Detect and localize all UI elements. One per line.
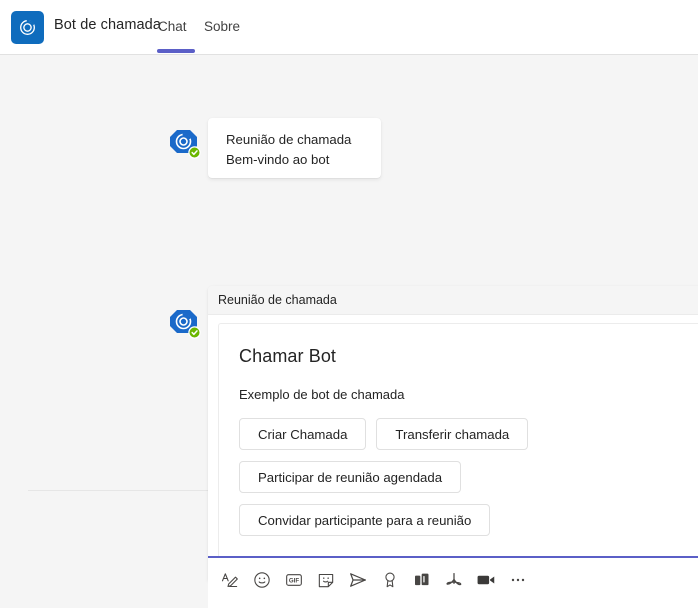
tab-chat[interactable]: Chat (158, 19, 187, 34)
format-icon[interactable] (214, 564, 246, 596)
apps-icon[interactable] (406, 564, 438, 596)
send-arrow-icon[interactable] (342, 564, 374, 596)
card-inner-container: Chamar Bot Exemplo de bot de chamada Cri… (218, 323, 698, 566)
svg-text:GIF: GIF (289, 578, 299, 585)
conversation-area: Reunião de chamada Bem-vindo ao bot Reun… (0, 56, 698, 608)
video-camera-icon[interactable] (470, 564, 502, 596)
call-bot-glyph-icon (20, 19, 35, 35)
gif-icon[interactable]: GIF (278, 564, 310, 596)
card-actions-row-2: Participar de reunião agendada (239, 461, 698, 493)
more-options-icon[interactable] (502, 564, 534, 596)
adaptive-card: Reunião de chamada Chamar Bot Exemplo de… (208, 286, 698, 580)
emoji-icon[interactable] (246, 564, 278, 596)
compose-box: GIF (208, 556, 698, 608)
compose-toolbar: GIF (214, 564, 534, 596)
card-header-title: Reunião de chamada (208, 286, 698, 314)
message-line: Reunião de chamada (226, 132, 352, 147)
card-title: Chamar Bot (239, 346, 337, 366)
message-bubble: Reunião de chamada Bem-vindo ao bot (208, 118, 381, 178)
app-icon (11, 11, 44, 44)
card-actions-row-1: Criar Chamada Transferir chamada (239, 418, 698, 450)
card-body: Chamar Bot Exemplo de bot de chamada Cri… (208, 314, 698, 580)
app-title: Bot de chamada (54, 17, 161, 33)
bot-avatar (166, 124, 204, 162)
adobe-acrobat-icon[interactable] (438, 564, 470, 596)
tab-about[interactable]: Sobre (204, 19, 240, 34)
app-header: Bot de chamada Chat Sobre (0, 0, 698, 55)
card-actions-row-3: Convidar participante para a reunião (239, 504, 698, 536)
message-line: Bem-vindo ao bot (226, 152, 330, 167)
card-subtitle: Exemplo de bot de chamada (239, 387, 405, 402)
tab-selected-indicator (157, 49, 195, 53)
action-transferir-chamada[interactable]: Transferir chamada (376, 418, 529, 450)
praise-badge-icon[interactable] (374, 564, 406, 596)
sticker-icon[interactable] (310, 564, 342, 596)
action-convidar-participante[interactable]: Convidar participante para a reunião (239, 504, 491, 536)
bot-avatar (166, 304, 204, 342)
action-criar-chamada[interactable]: Criar Chamada (239, 418, 367, 450)
action-participar-reuniao-agendada[interactable]: Participar de reunião agendada (239, 461, 462, 493)
